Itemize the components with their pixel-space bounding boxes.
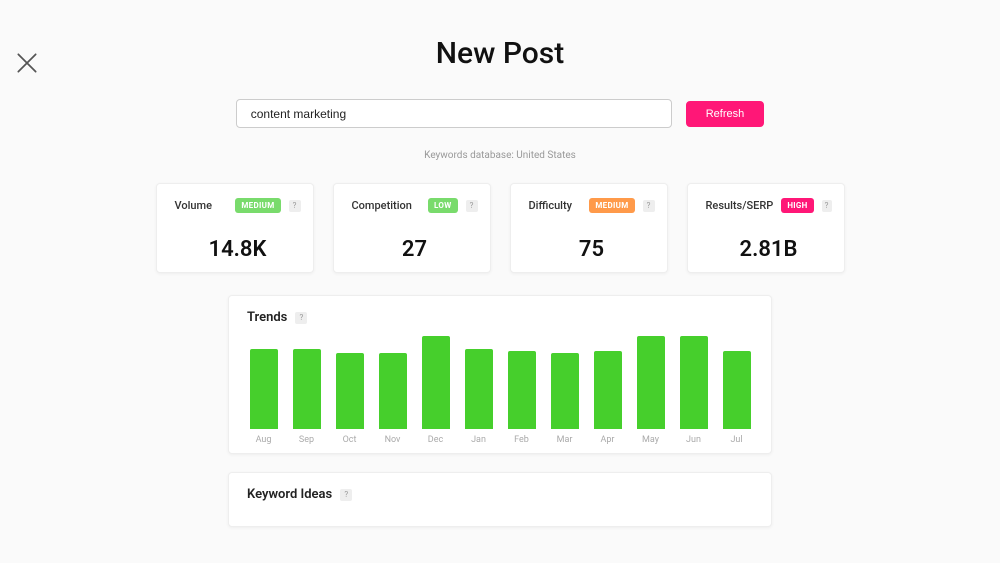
metric-value: 2.81B <box>706 237 832 262</box>
metric-label: Competition <box>352 199 421 212</box>
bar <box>465 349 493 429</box>
trend-bar: Oct <box>333 353 366 445</box>
bar <box>723 351 751 429</box>
close-button[interactable] <box>14 50 40 76</box>
bar-label: Jan <box>471 435 486 445</box>
metric-label: Difficulty <box>529 199 582 212</box>
trend-bar: Mar <box>548 353 581 445</box>
search-row: Refresh <box>0 99 1000 128</box>
bar-label: Jun <box>686 435 701 445</box>
bar-label: Feb <box>514 435 529 445</box>
bar-label: Nov <box>385 435 401 445</box>
refresh-button[interactable]: Refresh <box>686 101 765 127</box>
bar <box>594 351 622 429</box>
trend-bar: Jun <box>677 336 710 445</box>
database-note: Keywords database: United States <box>0 150 1000 161</box>
bar <box>637 336 665 429</box>
metric-badge: MEDIUM <box>589 198 634 213</box>
trend-bar: Sep <box>290 349 323 445</box>
trend-bar: Jan <box>462 349 495 445</box>
bar-label: Jul <box>730 435 742 445</box>
help-icon[interactable]: ? <box>295 312 307 324</box>
keyword-ideas-title: Keyword Ideas <box>247 487 332 502</box>
metric-label: Volume <box>175 199 228 212</box>
trends-card: Trends ? Aug Sep Oct Nov Dec Jan Feb Mar Apr May J… <box>228 295 772 454</box>
metric-card-difficulty: Difficulty MEDIUM? 75 <box>510 183 668 273</box>
metric-card-competition: Competition LOW? 27 <box>333 183 491 273</box>
metrics-row: Volume MEDIUM? 14.8K Competition LOW? 27 Diffi… <box>0 183 1000 273</box>
bar-label: Aug <box>256 435 272 445</box>
trend-bar: Nov <box>376 353 409 445</box>
help-icon[interactable]: ? <box>466 200 478 212</box>
bar <box>336 353 364 429</box>
bar <box>379 353 407 429</box>
bar <box>293 349 321 429</box>
bar <box>250 349 278 429</box>
bar-label: Dec <box>428 435 443 445</box>
help-icon[interactable]: ? <box>340 489 352 501</box>
bar <box>422 336 450 429</box>
metric-badge: LOW <box>428 198 458 213</box>
help-icon[interactable]: ? <box>289 200 301 212</box>
trend-bar: May <box>634 336 667 445</box>
bar-label: Mar <box>557 435 573 445</box>
bar <box>551 353 579 429</box>
bar-label: Sep <box>299 435 314 445</box>
metric-card-results-serp: Results/SERP HIGH? 2.81B <box>687 183 845 273</box>
metric-badge: MEDIUM <box>235 198 280 213</box>
help-icon[interactable]: ? <box>643 200 655 212</box>
close-icon <box>14 50 40 76</box>
trends-chart: Aug Sep Oct Nov Dec Jan Feb Mar Apr May Jun Jul <box>247 335 753 445</box>
bar-label: May <box>642 435 659 445</box>
bar-label: Apr <box>601 435 615 445</box>
trend-bar: Feb <box>505 351 538 445</box>
metric-value: 75 <box>529 237 655 262</box>
bar <box>680 336 708 429</box>
trend-bar: Dec <box>419 336 452 445</box>
trends-title: Trends <box>247 310 287 325</box>
bar-label: Oct <box>343 435 357 445</box>
metric-label: Results/SERP <box>706 199 774 212</box>
keyword-ideas-card: Keyword Ideas ? <box>228 472 772 527</box>
trend-bar: Apr <box>591 351 624 445</box>
trend-bar: Jul <box>720 351 753 445</box>
metric-card-volume: Volume MEDIUM? 14.8K <box>156 183 314 273</box>
trend-bar: Aug <box>247 349 280 445</box>
metric-value: 27 <box>352 237 478 262</box>
help-icon[interactable]: ? <box>822 200 832 212</box>
page-title: New Post <box>0 36 1000 71</box>
metric-badge: HIGH <box>781 198 813 213</box>
metric-value: 14.8K <box>175 237 301 262</box>
bar <box>508 351 536 429</box>
search-input[interactable] <box>236 99 672 128</box>
